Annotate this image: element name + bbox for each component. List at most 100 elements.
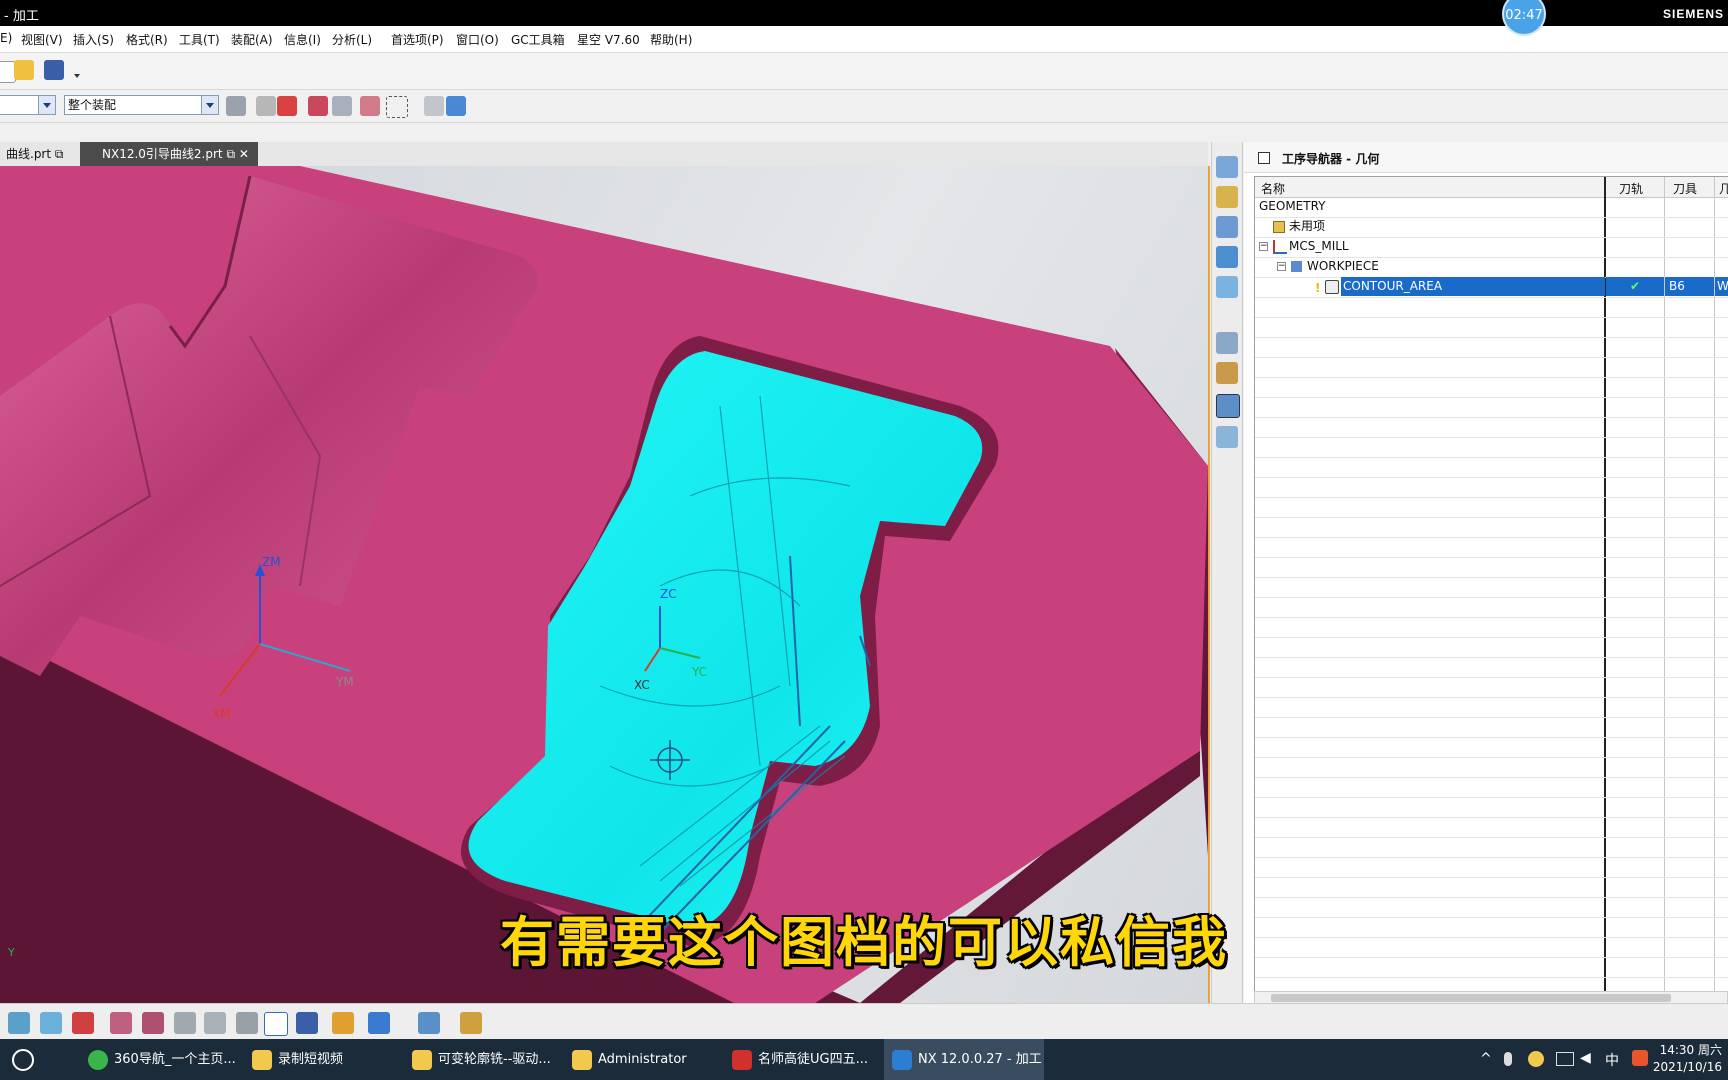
wcs-rotate-icon[interactable] xyxy=(236,1012,258,1034)
collapse-icon[interactable]: − xyxy=(1277,262,1286,271)
close-icon[interactable]: ✕ xyxy=(239,147,249,161)
taskbar-item-360nav[interactable]: 360导航_一个主页... xyxy=(80,1039,240,1080)
taskbar-item-nx[interactable]: NX 12.0.0.27 - 加工 xyxy=(884,1039,1044,1080)
xc-axis-label: XC xyxy=(634,678,650,692)
menu-view[interactable]: 视图(V) xyxy=(21,31,63,48)
tool-cell: B6 xyxy=(1665,277,1714,296)
sogou-icon[interactable] xyxy=(1632,1050,1648,1066)
view-toolbar xyxy=(0,1003,1728,1040)
operation-navigator-icon[interactable] xyxy=(1216,394,1240,418)
taskbar-item-administrator[interactable]: Administrator xyxy=(564,1039,714,1080)
vector-icon[interactable] xyxy=(142,1012,164,1034)
operation-icon xyxy=(1325,280,1339,294)
menu-window[interactable]: 窗口(O) xyxy=(456,31,499,48)
column-tool[interactable]: 刀具 xyxy=(1673,180,1697,197)
start-button-icon[interactable] xyxy=(12,1049,34,1071)
operation-navigator-panel: 工序导航器 - 几何 名称 刀轨 刀具 几 GEOMETRY 未用项 − MCS… xyxy=(1244,142,1728,1005)
tree-row-workpiece[interactable]: − WORKPIECE xyxy=(1255,257,1728,278)
network-icon[interactable] xyxy=(1556,1052,1574,1066)
column-geometry[interactable]: 几 xyxy=(1719,180,1728,197)
menu-assembly[interactable]: 装配(A) xyxy=(231,31,273,48)
snap-point-icon[interactable] xyxy=(256,96,276,116)
taskbar-item-recorder[interactable]: 录制短视频 xyxy=(244,1039,394,1080)
menu-edit[interactable]: E) xyxy=(0,31,12,45)
table-header: 名称 刀轨 刀具 几 xyxy=(1255,177,1728,198)
assembly-scope-select[interactable]: 整个装配 xyxy=(64,95,219,115)
ime-indicator[interactable]: 中 xyxy=(1605,1050,1619,1070)
menu-help[interactable]: 帮助(H) xyxy=(650,31,692,48)
constraint-navigator-icon[interactable] xyxy=(1216,362,1238,384)
save-wcs-icon[interactable] xyxy=(296,1012,318,1034)
zm-axis-label: ZM xyxy=(262,555,281,569)
tab-nx12-guide-curve[interactable]: NX12.0引导曲线2.prt ⧉ ✕ xyxy=(80,142,258,166)
column-name[interactable]: 名称 xyxy=(1261,180,1285,197)
menu-analysis[interactable]: 分析(L) xyxy=(332,31,372,48)
system-clock[interactable]: 14:30 周六 2021/10/16 xyxy=(1652,1042,1722,1076)
orient-view-icon[interactable] xyxy=(8,1012,30,1034)
tab-curve-prt[interactable]: 曲线.prt ⧉ xyxy=(0,142,80,166)
postprocess-icon[interactable] xyxy=(460,1012,482,1034)
generate-toolpath-icon[interactable] xyxy=(368,1012,390,1034)
curve-rule-icon[interactable] xyxy=(308,96,328,116)
tray-app-icon[interactable] xyxy=(1528,1051,1544,1067)
part-navigator-icon[interactable] xyxy=(1216,276,1238,298)
tray-arrow-icon[interactable]: ^ xyxy=(1480,1051,1492,1067)
graphics-window[interactable]: ZM XM YM ZC XC YC Y xyxy=(0,166,1210,1003)
fit-view-icon[interactable] xyxy=(40,1012,62,1034)
assembly-navigator-icon[interactable] xyxy=(1216,332,1238,354)
csys-icon[interactable] xyxy=(72,1012,94,1034)
machine-tool-view-icon[interactable] xyxy=(1216,186,1238,208)
measure-icon[interactable] xyxy=(332,1012,354,1034)
wcs-origin-icon[interactable] xyxy=(204,1012,226,1034)
type-filter-select[interactable] xyxy=(0,95,56,115)
point-icon[interactable] xyxy=(110,1012,132,1034)
select-face-icon[interactable] xyxy=(332,96,352,116)
select-body-icon[interactable] xyxy=(360,96,380,116)
menu-format[interactable]: 格式(R) xyxy=(126,31,168,48)
pin-checkbox[interactable] xyxy=(1258,152,1270,164)
wcs-dynamic-icon[interactable] xyxy=(264,1012,288,1036)
tree-row-mcs-mill[interactable]: − MCS_MILL xyxy=(1255,237,1728,258)
ym-axis-label: YM xyxy=(335,675,354,689)
menu-insert[interactable]: 插入(S) xyxy=(73,31,114,48)
geometry-cell: W xyxy=(1715,277,1728,296)
window-title: - 加工 xyxy=(4,9,39,24)
folder-icon xyxy=(1273,221,1285,233)
filter-reset-icon[interactable] xyxy=(226,96,246,116)
save-icon[interactable] xyxy=(44,60,64,80)
warning-icon: ! xyxy=(1315,281,1321,295)
taskbar-item-wps[interactable]: 名师高徒UG四五... xyxy=(724,1039,874,1080)
tree-row-contour-area[interactable]: ! CONTOUR_AREA ✔ B6 W xyxy=(1255,277,1728,298)
navigator-tree-table[interactable]: 名称 刀轨 刀具 几 GEOMETRY 未用项 − MCS_MILL − WOR… xyxy=(1254,176,1728,993)
menu-xingkong[interactable]: 星空 V7.60 xyxy=(577,31,640,48)
verify-toolpath-icon[interactable] xyxy=(418,1012,440,1034)
column-toolpath[interactable]: 刀轨 xyxy=(1619,180,1643,197)
tree-row-unused[interactable]: 未用项 xyxy=(1255,217,1728,238)
open-folder-icon[interactable] xyxy=(14,60,34,80)
volume-icon[interactable]: ◀ xyxy=(1580,1050,1591,1066)
collapse-icon[interactable]: − xyxy=(1259,242,1268,251)
select-feature-icon[interactable] xyxy=(277,96,297,116)
menu-info[interactable]: 信息(I) xyxy=(284,31,321,48)
machine-navigator-icon[interactable] xyxy=(1216,426,1238,448)
shaded-icon[interactable] xyxy=(446,96,466,116)
menu-bar: E) 视图(V) 插入(S) 格式(R) 工具(T) 装配(A) 信息(I) 分… xyxy=(0,26,1728,53)
menu-gc-toolbox[interactable]: GC工具箱 xyxy=(511,31,565,48)
standard-toolbar xyxy=(0,53,1728,90)
document-tabs: 曲线.prt ⧉ NX12.0引导曲线2.prt ⧉ ✕ xyxy=(0,142,1208,166)
geometry-view-icon[interactable] xyxy=(1216,216,1238,238)
menu-preferences[interactable]: 首选项(P) xyxy=(391,31,444,48)
part-model: ZM XM YM ZC XC YC Y xyxy=(0,166,1208,1003)
method-view-icon[interactable] xyxy=(1216,246,1238,268)
menu-tools[interactable]: 工具(T) xyxy=(179,31,220,48)
rectangle-select-icon[interactable] xyxy=(386,96,408,118)
tree-row-geometry[interactable]: GEOMETRY xyxy=(1255,197,1728,218)
datum-axis-icon[interactable] xyxy=(174,1012,196,1034)
os-taskbar: 360导航_一个主页... 录制短视频 可变轮廓铣--驱动... Adminis… xyxy=(0,1039,1728,1080)
taskbar-item-folder[interactable]: 可变轮廓铣--驱动... xyxy=(404,1039,554,1080)
wireframe-icon[interactable] xyxy=(424,96,444,116)
microphone-icon[interactable] xyxy=(1504,1052,1512,1066)
program-order-view-icon[interactable] xyxy=(1216,156,1238,178)
resource-bar xyxy=(1211,142,1243,1003)
save-dropdown-icon[interactable] xyxy=(74,74,80,78)
